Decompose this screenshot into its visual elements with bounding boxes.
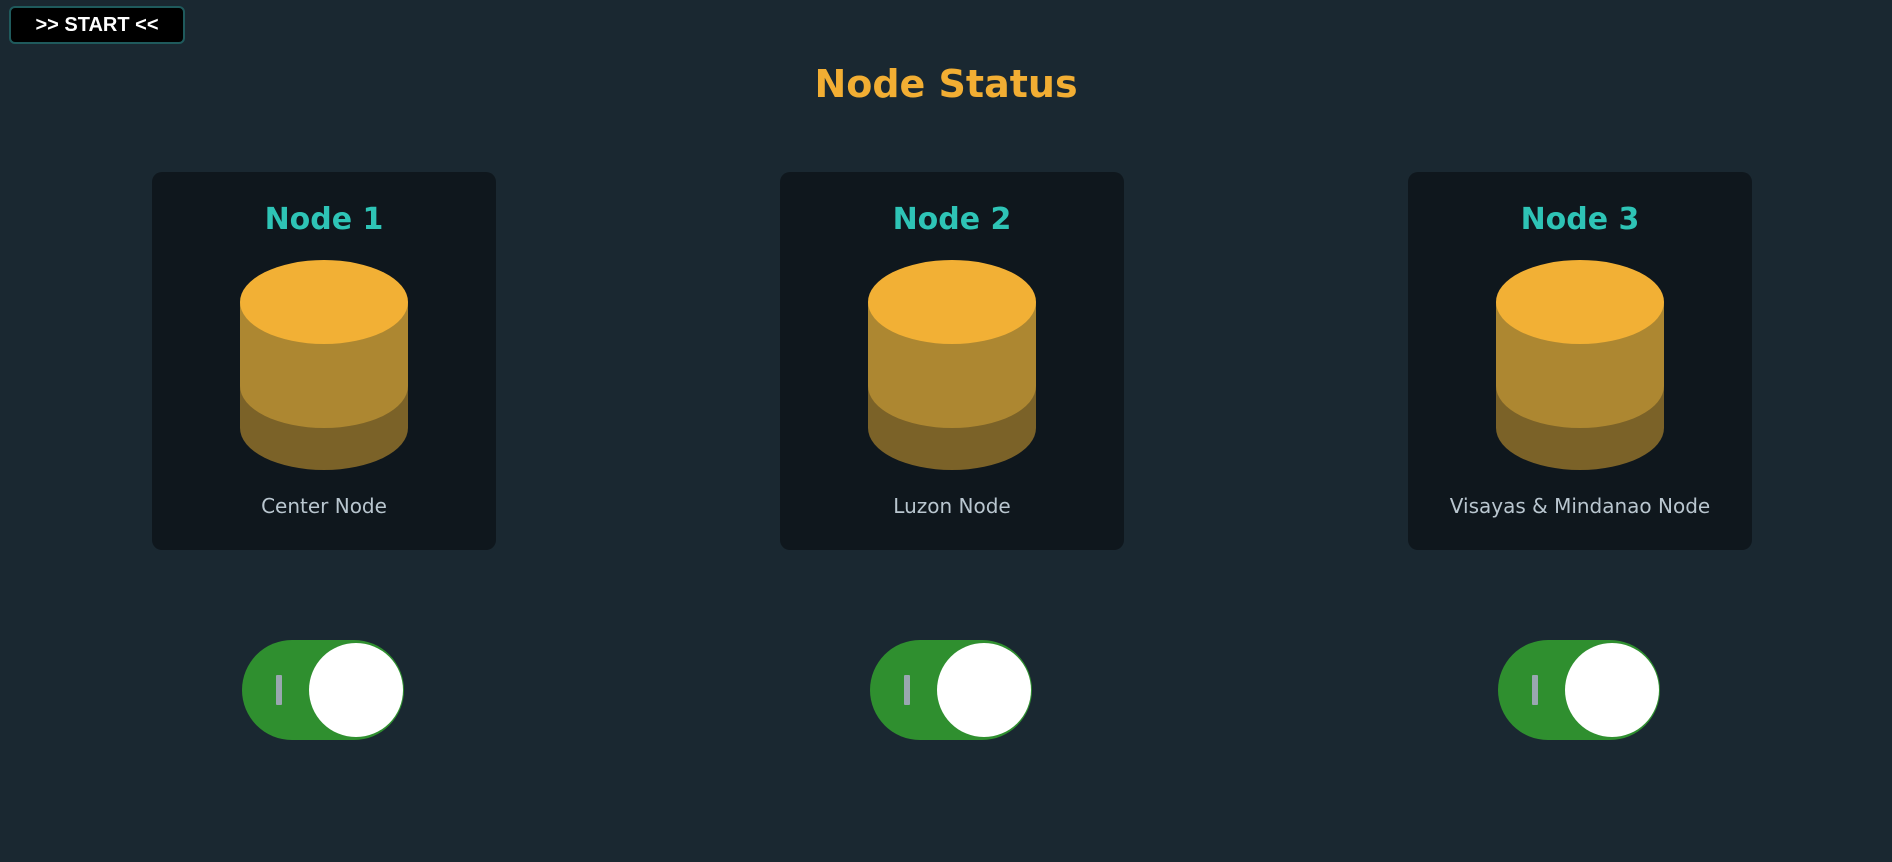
- toggle-knob[interactable]: [1565, 643, 1659, 737]
- database-icon: [868, 260, 1036, 470]
- node-title: Node 3: [1520, 202, 1640, 237]
- database-icon: [1496, 260, 1664, 470]
- page: >> START << Node Status Node 1 Center No…: [0, 0, 1892, 862]
- toggle-on-mark: [276, 675, 282, 705]
- toggle-on-mark: [904, 675, 910, 705]
- database-icon: [240, 260, 408, 470]
- node-card-3: Node 3 Visayas & Mindanao Node: [1408, 172, 1752, 550]
- page-title: Node Status: [814, 62, 1078, 106]
- toggle-on-mark: [1532, 675, 1538, 705]
- toggle-knob[interactable]: [309, 643, 403, 737]
- node-title: Node 2: [892, 202, 1012, 237]
- node-2-toggle[interactable]: [870, 640, 1032, 740]
- toggle-knob[interactable]: [937, 643, 1031, 737]
- node-card-2: Node 2 Luzon Node: [780, 172, 1124, 550]
- node-label: Luzon Node: [893, 494, 1011, 518]
- node-1-toggle[interactable]: [242, 640, 404, 740]
- node-title: Node 1: [264, 202, 384, 237]
- node-label: Visayas & Mindanao Node: [1449, 494, 1711, 518]
- node-label: Center Node: [261, 494, 387, 518]
- node-3-toggle[interactable]: [1498, 640, 1660, 740]
- node-card-1: Node 1 Center Node: [152, 172, 496, 550]
- start-button[interactable]: >> START <<: [9, 6, 185, 44]
